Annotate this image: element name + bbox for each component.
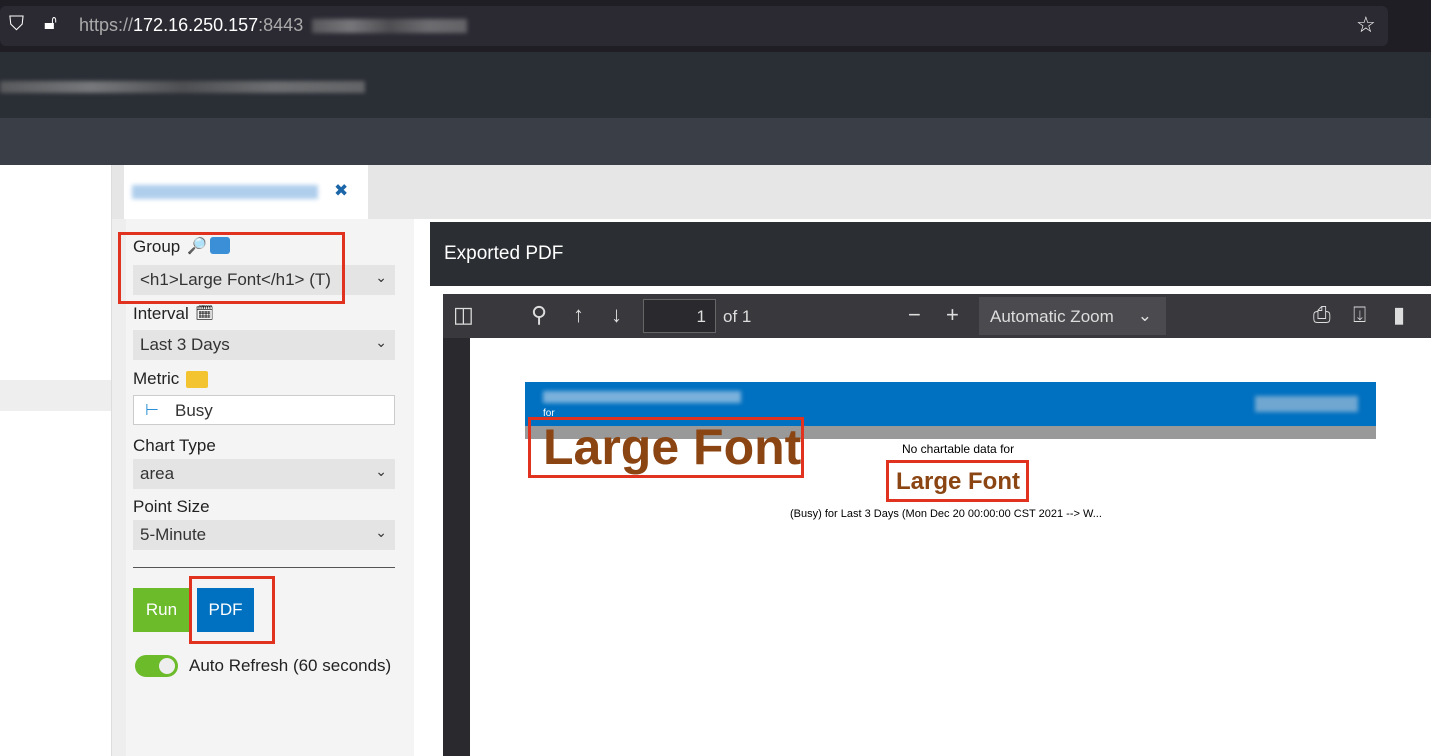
- chart-type-label: Chart Type: [133, 436, 216, 455]
- viewer-title: Exported PDF: [430, 222, 1431, 286]
- highlight-box: [886, 460, 1029, 502]
- page-number-input[interactable]: 1: [643, 299, 716, 333]
- highlight-box: [189, 576, 275, 644]
- search-icon[interactable]: ⚲: [531, 302, 547, 328]
- interval-select[interactable]: Last 3 Days ⌄: [133, 330, 395, 360]
- page-count: of 1: [723, 307, 752, 326]
- url-text[interactable]: https://172.16.250.157:8443: [79, 15, 303, 36]
- pdf-no-data: No chartable data for: [902, 442, 1015, 456]
- highlight-box: [528, 417, 804, 478]
- print-icon[interactable]: ⎙: [1313, 302, 1331, 328]
- chart-type-select[interactable]: area ⌄: [133, 459, 395, 489]
- point-size-select[interactable]: 5-Minute ⌄: [133, 520, 395, 550]
- pdf-toolbar: ◫ ⚲ ↑ ↓ 1 of 1 − + Automatic Zoom ⌄ ⎙ ⍗ ▮: [443, 294, 1431, 338]
- metric-field[interactable]: Busy: [133, 395, 395, 425]
- auto-refresh-toggle[interactable]: [135, 655, 178, 677]
- lock-warning-icon[interactable]: 🔓︎: [44, 12, 57, 35]
- bookmark-icon[interactable]: ▮: [1393, 302, 1405, 328]
- auto-refresh-label: Auto Refresh (60 seconds): [189, 656, 392, 675]
- save-icon[interactable]: ⍗: [1353, 302, 1366, 328]
- bookmark-star-icon[interactable]: ☆: [1356, 12, 1376, 38]
- left-nav: [0, 165, 112, 756]
- point-size-label: Point Size: [133, 497, 210, 516]
- highlight-box: [118, 232, 345, 304]
- app-subheader: [0, 118, 1431, 165]
- arrow-down-icon[interactable]: ↓: [611, 302, 622, 328]
- calendar-icon: 🗓: [195, 305, 215, 322]
- tree-icon: ⊢: [145, 402, 159, 419]
- run-button[interactable]: Run: [133, 588, 190, 632]
- sidebar-toggle-icon[interactable]: ◫: [453, 302, 474, 328]
- arrow-up-icon[interactable]: ↑: [573, 302, 584, 328]
- zoom-in-icon[interactable]: +: [946, 302, 959, 328]
- tab-close-icon[interactable]: ✖: [334, 181, 348, 201]
- zoom-select[interactable]: Automatic Zoom ⌄: [979, 297, 1166, 335]
- folder-icon[interactable]: [186, 371, 208, 388]
- metric-label: Metric: [133, 369, 180, 388]
- pdf-page: for Large Font No chartable data for Lar…: [470, 338, 1431, 756]
- divider: [133, 567, 395, 568]
- shield-icon[interactable]: ⛉: [9, 13, 24, 36]
- interval-label: Interval: [133, 304, 189, 323]
- pdf-subtitle: (Busy) for Last 3 Days (Mon Dec 20 00:00…: [790, 508, 1102, 520]
- tab-report[interactable]: ✖: [124, 165, 368, 219]
- zoom-out-icon[interactable]: −: [908, 302, 921, 328]
